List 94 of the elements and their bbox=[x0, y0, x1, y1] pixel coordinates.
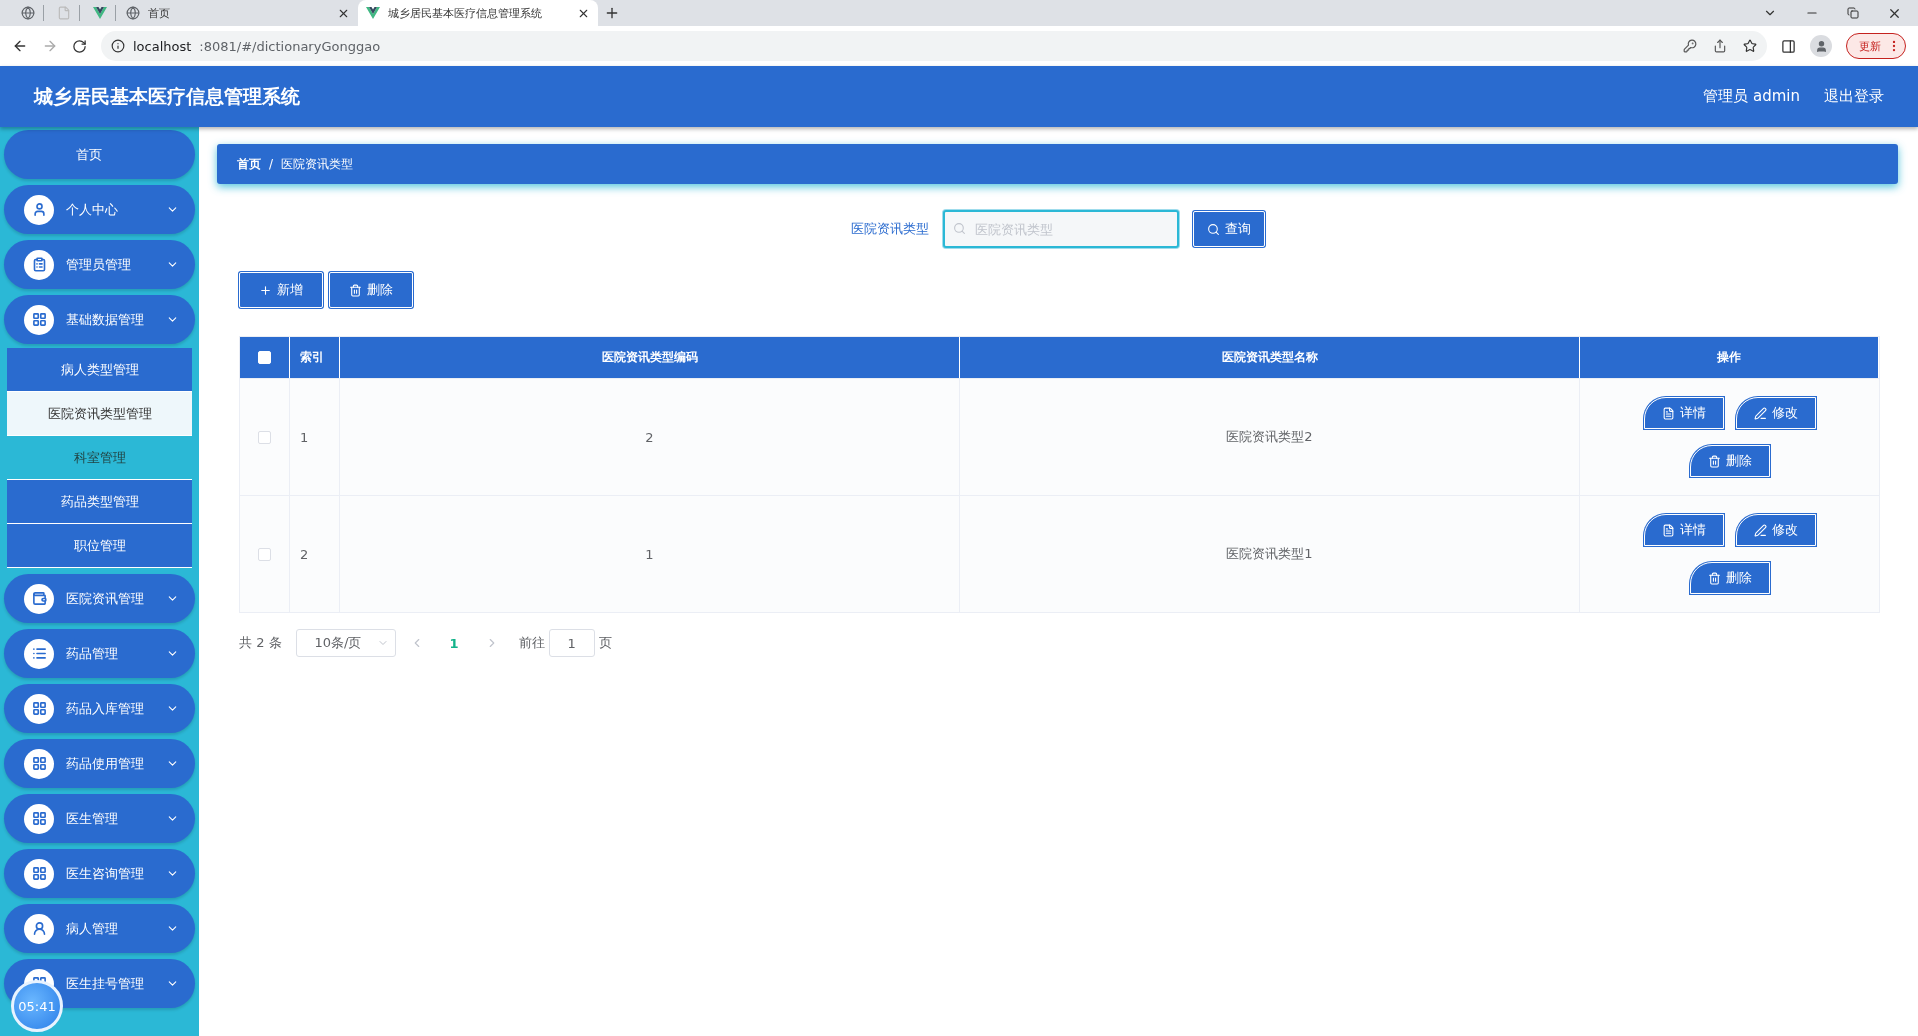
plus-icon bbox=[259, 283, 272, 297]
reload-icon[interactable] bbox=[72, 38, 87, 54]
submenu-item[interactable]: 病人类型管理 bbox=[7, 348, 192, 392]
delete-button[interactable]: 删除 bbox=[1689, 445, 1770, 477]
vue-logo-icon bbox=[366, 7, 380, 19]
restore-icon[interactable] bbox=[1847, 7, 1859, 19]
table-cell: 1 bbox=[340, 496, 960, 612]
key-icon[interactable] bbox=[1683, 39, 1697, 53]
trash-icon bbox=[1707, 571, 1721, 585]
url-host: localhost bbox=[133, 38, 192, 54]
breadcrumb-separator: / bbox=[269, 157, 274, 171]
page-number[interactable]: 1 bbox=[437, 635, 471, 651]
goto-label: 前往 bbox=[518, 634, 545, 652]
logout-link[interactable]: 退出登录 bbox=[1824, 87, 1884, 106]
sidebar-item[interactable]: 药品入库管理 bbox=[4, 684, 195, 733]
edit-button[interactable]: 修改 bbox=[1735, 514, 1816, 546]
browser-tab[interactable]: 首页 bbox=[118, 0, 358, 26]
row-checkbox[interactable] bbox=[258, 430, 271, 444]
clipboard-icon bbox=[31, 257, 47, 272]
total-count: 共 2 条 bbox=[239, 634, 282, 652]
document-icon bbox=[1661, 406, 1675, 420]
delete-button[interactable]: 删除 bbox=[1689, 562, 1770, 594]
update-button[interactable]: 更新 bbox=[1846, 33, 1906, 59]
person-icon bbox=[1814, 39, 1828, 53]
submenu-item[interactable]: 医院资讯类型管理 bbox=[7, 392, 192, 436]
vue-logo-icon bbox=[92, 7, 107, 19]
new-tab-icon[interactable] bbox=[604, 5, 620, 21]
user-label: 管理员 admin bbox=[1703, 87, 1800, 106]
breadcrumb-link[interactable]: 首页 bbox=[237, 155, 261, 173]
page-size-select[interactable]: 10条/页 bbox=[295, 629, 396, 657]
sidebar-item[interactable]: 药品使用管理 bbox=[4, 739, 195, 788]
add-button[interactable]: 新增 bbox=[239, 272, 323, 308]
sidebar-item[interactable]: 管理员管理 bbox=[4, 240, 195, 289]
browser-tab[interactable]: 城乡居民基本医疗信息管理系统 bbox=[358, 0, 598, 26]
submenu-item[interactable]: 职位管理 bbox=[7, 524, 192, 568]
sidebar-item[interactable]: 首页 bbox=[4, 130, 195, 179]
column-header: 医院资讯类型编码 bbox=[340, 337, 960, 378]
table-cell: 1 bbox=[290, 379, 340, 495]
breadcrumb-current: 医院资讯类型 bbox=[281, 155, 354, 173]
goto-page-field[interactable]: 1 bbox=[548, 629, 595, 657]
side-panel-icon[interactable] bbox=[1781, 38, 1796, 54]
submenu-item[interactable]: 药品类型管理 bbox=[7, 480, 192, 524]
table-cell: 医院资讯类型2 bbox=[960, 379, 1580, 495]
column-header: 索引 bbox=[290, 337, 340, 378]
globe-icon bbox=[20, 6, 35, 20]
grid-icon bbox=[31, 811, 47, 826]
grid-icon bbox=[31, 756, 47, 771]
info-icon[interactable] bbox=[111, 39, 125, 53]
search-icon bbox=[1206, 222, 1220, 236]
detail-button[interactable]: 详情 bbox=[1643, 514, 1724, 546]
table-cell: 医院资讯类型1 bbox=[960, 496, 1580, 612]
delete-button[interactable]: 删除 bbox=[329, 272, 413, 308]
star-icon[interactable] bbox=[1743, 39, 1757, 53]
select-all-checkbox[interactable] bbox=[258, 351, 271, 364]
sidebar-item[interactable]: 病人管理 bbox=[4, 904, 195, 953]
grid-icon bbox=[31, 866, 47, 881]
search-button[interactable]: 查询 bbox=[1192, 211, 1265, 247]
app-title: 城乡居民基本医疗信息管理系统 bbox=[34, 83, 300, 109]
sidebar-item[interactable]: 药品管理 bbox=[4, 629, 195, 678]
user-icon bbox=[31, 202, 47, 217]
column-header: 医院资讯类型名称 bbox=[960, 337, 1580, 378]
page-suffix: 页 bbox=[598, 634, 612, 652]
edit-button[interactable]: 修改 bbox=[1735, 397, 1816, 429]
globe-icon bbox=[126, 6, 140, 20]
trash-icon bbox=[1707, 454, 1721, 468]
list-icon bbox=[31, 646, 47, 661]
detail-button[interactable]: 详情 bbox=[1643, 397, 1724, 429]
url-path: :8081/#/dictionaryGonggao bbox=[199, 38, 381, 54]
grid-icon bbox=[31, 701, 47, 716]
tab-title: 城乡居民基本医疗信息管理系统 bbox=[388, 5, 543, 21]
document-icon bbox=[1661, 523, 1675, 537]
search-icon bbox=[952, 222, 966, 235]
row-checkbox[interactable] bbox=[258, 547, 271, 561]
sidebar-item[interactable]: 医院资讯管理 bbox=[4, 574, 195, 623]
column-header: 操作 bbox=[1580, 337, 1879, 378]
grid-icon bbox=[31, 312, 47, 327]
page-icon bbox=[56, 6, 71, 20]
table-cell: 2 bbox=[290, 496, 340, 612]
back-icon[interactable] bbox=[12, 38, 28, 54]
pen-icon bbox=[1753, 406, 1767, 420]
table-cell: 2 bbox=[340, 379, 960, 495]
sidebar-item[interactable]: 医生咨询管理 bbox=[4, 849, 195, 898]
person-icon bbox=[31, 921, 47, 936]
wallet-icon bbox=[31, 591, 47, 606]
search-label: 医院资讯类型 bbox=[850, 220, 929, 238]
share-icon[interactable] bbox=[1713, 39, 1727, 53]
profile-avatar[interactable] bbox=[1810, 35, 1832, 57]
sidebar-item[interactable]: 个人中心 bbox=[4, 185, 195, 234]
sidebar-item[interactable]: 医生管理 bbox=[4, 794, 195, 843]
address-field[interactable]: localhost :8081/#/dictionaryGonggao bbox=[101, 31, 1767, 61]
sidebar-item[interactable]: 基础数据管理 bbox=[4, 295, 195, 344]
pen-icon bbox=[1753, 523, 1767, 537]
trash-icon bbox=[349, 283, 362, 297]
tab-title: 首页 bbox=[148, 5, 171, 21]
